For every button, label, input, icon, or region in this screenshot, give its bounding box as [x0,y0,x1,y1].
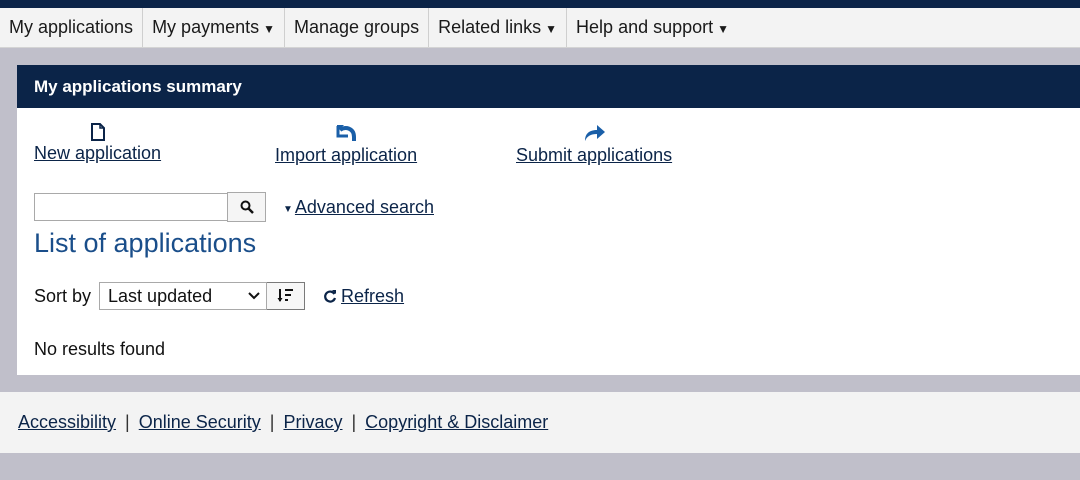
applications-summary-panel: My applications summary New application … [17,65,1080,375]
nav-manage-groups[interactable]: Manage groups [285,8,430,47]
search-input[interactable] [34,193,227,221]
submit-applications-link[interactable]: Submit applications [516,145,672,166]
search-icon [240,200,254,214]
footer-separator: | [269,412,275,432]
new-document-icon [90,123,105,141]
sort-select[interactable]: Last updated [99,282,268,310]
refresh-link[interactable]: Refresh [341,286,404,307]
nav-related-links-label: Related links [438,17,542,37]
refresh-icon [324,290,337,303]
sort-row: Sort by Last updated Refresh [34,281,404,311]
nav-my-payments-label: My payments [152,17,260,37]
list-title: List of applications [34,228,257,258]
caret-down-icon: ▼ [283,203,293,215]
import-application-link[interactable]: Import application [275,145,417,166]
share-arrow-icon [585,125,606,141]
search-button[interactable] [227,192,266,222]
advanced-search-toggle[interactable]: ▼ Advanced search [283,197,434,218]
sort-order-button[interactable] [267,282,306,310]
import-application-action[interactable]: Import application [275,123,417,166]
footer-link-online-security[interactable]: Online Security [139,412,261,433]
chevron-down-icon [248,292,260,300]
sort-descending-icon [277,289,293,302]
footer-link-copyright-disclaimer[interactable]: Copyright & Disclaimer [365,412,548,433]
top-navigation: My applications My payments ▼ Manage gro… [0,8,1080,48]
new-application-link[interactable]: New application [34,143,161,164]
footer-bar: Accessibility | Online Security | Privac… [0,392,1080,453]
nav-my-payments[interactable]: My payments ▼ [143,8,285,47]
empty-message: No results found [34,339,166,359]
sort-selected-value: Last updated [108,285,213,306]
refresh-control[interactable]: Refresh [323,286,404,307]
caret-down-icon: ▼ [717,21,730,36]
sort-label: Sort by [34,285,92,306]
top-strip [0,0,1080,8]
footer-separator: | [125,412,130,432]
nav-help-and-support[interactable]: Help and support ▼ [567,8,738,47]
nav-my-applications-label: My applications [9,17,134,37]
import-arrow-icon [336,125,357,141]
panel-title: My applications summary [17,65,1080,108]
nav-related-links[interactable]: Related links ▼ [429,8,568,47]
search-row: ▼ Advanced search [34,192,434,222]
footer-link-accessibility[interactable]: Accessibility [18,412,116,433]
submit-applications-action[interactable]: Submit applications [516,123,672,166]
caret-down-icon: ▼ [263,21,275,36]
new-application-action[interactable]: New application [34,123,161,164]
caret-down-icon: ▼ [545,21,558,36]
nav-help-and-support-label: Help and support [576,17,714,37]
nav-my-applications[interactable]: My applications [0,8,144,47]
action-bar: New application Import application Submi… [17,123,1080,173]
nav-manage-groups-label: Manage groups [294,17,420,37]
footer-separator: | [351,412,357,432]
footer-link-privacy[interactable]: Privacy [283,412,342,433]
advanced-search-link[interactable]: Advanced search [295,197,434,218]
